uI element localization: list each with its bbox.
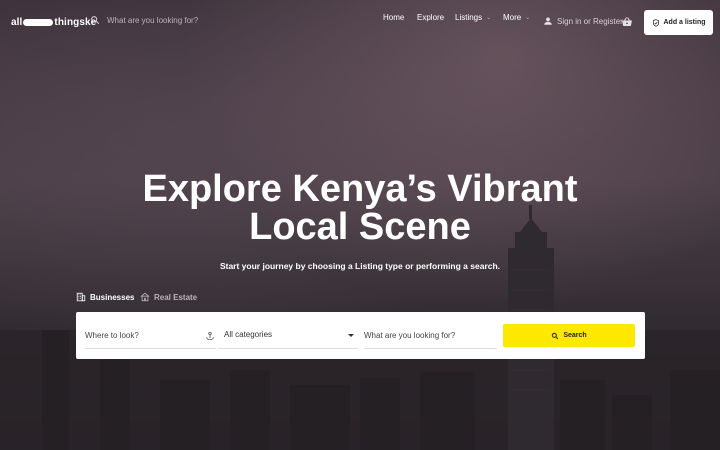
search-panel: All categories Search [76, 312, 645, 359]
nav-listings[interactable]: Listings ⌄ [455, 13, 491, 22]
signin-link[interactable]: Sign in or Register [543, 16, 623, 26]
search-button[interactable]: Search [503, 324, 635, 347]
nav-more[interactable]: More ⌄ [503, 13, 530, 22]
category-select-value: All categories [224, 330, 273, 339]
hero-subtitle: Start your journey by choosing a Listing… [219, 261, 501, 271]
user-icon [544, 17, 552, 25]
locate-icon[interactable] [205, 331, 215, 341]
where-input[interactable] [85, 330, 216, 340]
hero-title-line1: Explore Kenya’s Vibrant [142, 168, 578, 210]
nav-home-label: Home [383, 12, 405, 22]
shield-check-icon [652, 18, 659, 27]
nav-explore-label: Explore [417, 12, 445, 22]
search-button-label: Search [563, 332, 587, 339]
nav-explore[interactable]: Explore [417, 13, 444, 22]
hero-title-line2: Local Scene [249, 206, 471, 248]
add-listing-label: Add a listing [663, 19, 706, 26]
what-field[interactable] [364, 322, 497, 349]
logo-pill-shape [23, 18, 54, 26]
nav-listings-label: Listings [455, 12, 483, 22]
header-search-input[interactable] [107, 15, 247, 25]
tab-real-estate[interactable]: Real Estate [140, 292, 210, 302]
search-icon [552, 332, 559, 339]
hero-title: Explore Kenya’s Vibrant Local Scene [0, 170, 720, 246]
where-field[interactable] [85, 322, 216, 349]
nav-more-label: More [503, 12, 522, 22]
caret-down-icon [348, 334, 354, 337]
tab-real-estate-label: Real Estate [154, 292, 198, 302]
building-icon [76, 292, 86, 302]
chevron-down-icon: ⌄ [525, 14, 531, 21]
what-input[interactable] [364, 330, 497, 340]
site-header: all thingske Home Explore Listings⌄ More… [0, 0, 720, 45]
chevron-down-icon: ⌄ [486, 14, 492, 21]
header-search [90, 15, 247, 25]
signin-label: Sign in or Register [557, 16, 623, 26]
tab-businesses-label: Businesses [90, 292, 135, 302]
basket-icon[interactable] [621, 16, 633, 28]
search-icon [91, 16, 100, 25]
add-listing-button[interactable]: Add a listing [644, 10, 713, 35]
site-logo[interactable]: all thingske [11, 14, 96, 30]
tab-businesses[interactable]: Businesses [76, 292, 134, 302]
logo-text-left: all [11, 16, 23, 28]
nav-home[interactable]: Home [383, 13, 404, 22]
house-icon [140, 292, 150, 302]
